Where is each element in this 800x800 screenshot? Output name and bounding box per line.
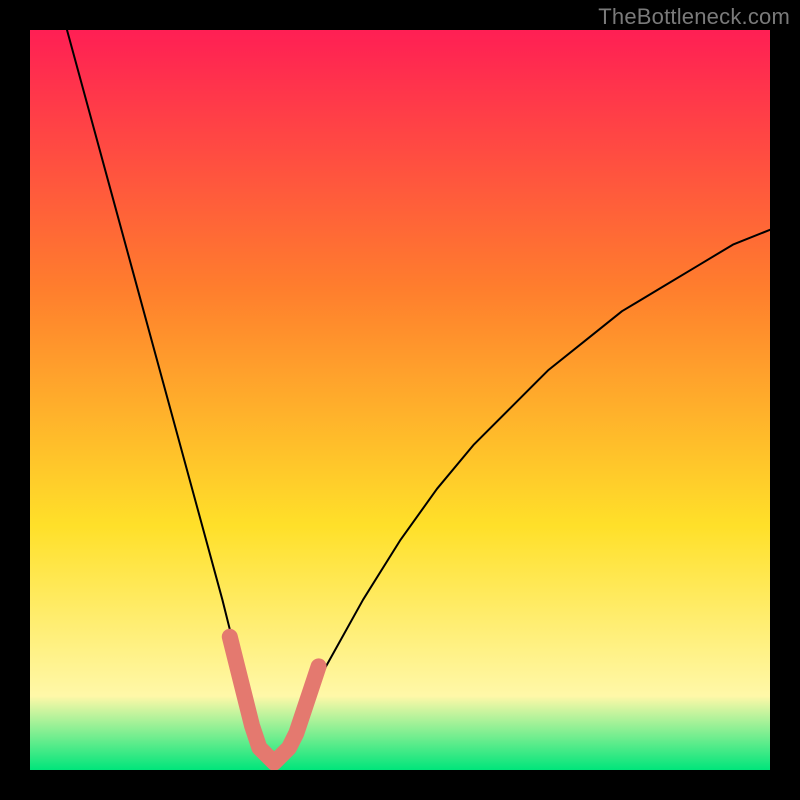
watermark-label: TheBottleneck.com — [598, 4, 790, 30]
gradient-background — [30, 30, 770, 770]
bottleneck-plot — [30, 30, 770, 770]
chart-frame: TheBottleneck.com — [0, 0, 800, 800]
